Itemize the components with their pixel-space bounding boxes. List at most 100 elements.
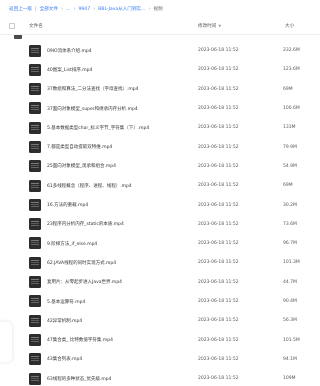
file-name[interactable]: 37面向对象模型_super和继承内存分析.mp4 (47, 106, 138, 112)
breadcrumb-separator: | (34, 6, 37, 12)
breadcrumb-separator: › (93, 6, 96, 12)
file-modified-time: 2023-06-18 11:52 (198, 260, 239, 266)
file-name[interactable]: 5.基本数据类型char_标义字节_字符集（下）.mp4 (47, 125, 149, 131)
file-modified-time: 2023-06-18 11:52 (198, 376, 239, 382)
file-modified-time: 2023-06-18 11:52 (198, 202, 239, 208)
file-modified-time: 2023-06-18 11:52 (198, 67, 239, 73)
file-modified-time: 2023-06-18 11:52 (198, 125, 239, 131)
breadcrumb: 返回上一级 | 全部文件 › ... › 9947 › BBL·Java从入门到… (0, 0, 320, 18)
file-name[interactable]: 47集合类_ 比特数值字符集.mp4 (47, 337, 113, 343)
video-thumbnail (29, 44, 41, 57)
column-header-size[interactable]: 大小 (285, 23, 294, 29)
file-size: 100.6M (283, 106, 300, 112)
video-thumbnail (29, 160, 41, 173)
file-name[interactable]: 37数组和算法_二分法查找（字母查找）.mp4 (47, 86, 139, 92)
file-size: 94.1M (283, 356, 297, 362)
file-row[interactable]: 16.方法的重载.mp4 2023-06-18 11:52 30.2M (0, 195, 320, 214)
file-name[interactable]: 复用片：从零起步进入Java世界.mp4 (47, 279, 122, 285)
file-row[interactable]: 43集合列表.mp4 2023-06-18 11:52 94.1M (0, 350, 320, 369)
file-name[interactable]: 63线程的多种状态_优先级.mp4 (47, 376, 112, 382)
video-thumbnail (29, 353, 41, 366)
video-thumbnail (29, 256, 41, 269)
column-header-time-label: 修改时间 (198, 24, 217, 29)
file-size: 101.5M (283, 337, 300, 343)
video-thumbnail (29, 276, 41, 289)
file-row[interactable]: 5.基本运算符.mp4 2023-06-18 11:52 90.4M (0, 292, 320, 311)
file-name[interactable]: 16.方法的重载.mp4 (47, 202, 88, 208)
file-name[interactable]: 43集合列表.mp4 (47, 356, 82, 362)
file-size: 44.7M (283, 279, 297, 285)
file-row[interactable]: 9.阶梯方法_if_else.mp4 2023-06-18 11:52 96.7M (0, 234, 320, 253)
breadcrumb-item-ellipsis[interactable]: ... (66, 7, 70, 12)
video-thumbnail (29, 198, 41, 211)
file-row[interactable]: 42异常机制.mp4 2023-06-18 11:52 56.3M (0, 311, 320, 330)
video-thumbnail (29, 83, 41, 96)
breadcrumb-separator: › (73, 6, 76, 12)
file-name[interactable]: 61多线程概念（程序、进程、线程）.mp4 (47, 183, 132, 189)
breadcrumb-item-folder[interactable]: 9947 (78, 7, 90, 12)
file-size: 69M (283, 183, 293, 189)
video-thumbnail (29, 333, 41, 346)
file-row[interactable]: 37数组和算法_二分法查找（字母查找）.mp4 2023-06-18 11:52 6… (0, 80, 320, 99)
video-thumbnail (14, 35, 22, 39)
file-name[interactable]: 40图案_List排序.mp4 (47, 67, 92, 73)
breadcrumb-item-current: 视频 (153, 7, 163, 12)
file-modified-time: 2023-06-18 11:52 (198, 86, 239, 92)
file-size: 79.9M (283, 144, 297, 150)
side-panel-handle[interactable] (0, 322, 12, 362)
breadcrumb-separator: › (61, 6, 64, 12)
file-size: 90.4M (283, 299, 297, 304)
file-size: 69M (283, 86, 293, 92)
file-list-header: 文件名 修改时间 ▼ 大小 (0, 18, 320, 35)
file-size: 123.6M (283, 67, 300, 73)
file-name[interactable]: 9.阶梯方法_if_else.mp4 (47, 241, 97, 247)
breadcrumb-item-course[interactable]: BBL·Java从入门到实... (98, 6, 145, 12)
column-header-name[interactable]: 文件名 (29, 23, 43, 29)
video-thumbnail (29, 218, 41, 231)
file-name[interactable]: 25面向对象模型_现承和组合.mp4 (47, 163, 116, 169)
file-row[interactable]: 09IO流体系介绍.mp4 2023-06-18 11:52 232.6M (0, 41, 320, 60)
breadcrumb-back-link[interactable]: 返回上一级 (9, 6, 32, 12)
file-modified-time: 2023-06-18 11:52 (198, 299, 239, 304)
file-row[interactable]: 复用片：从零起步进入Java世界.mp4 2023-06-18 11:52 44.7… (0, 273, 320, 292)
file-modified-time: 2023-06-18 11:52 (198, 163, 239, 169)
file-row[interactable]: 23程序内分析内存_static的本质.mp4 2023-06-18 11:52 7… (0, 215, 320, 234)
breadcrumb-separator: › (148, 6, 151, 12)
select-all-checkbox[interactable] (9, 23, 15, 29)
file-size: 133M (283, 125, 296, 131)
file-row[interactable]: 25面向对象模型_现承和组合.mp4 2023-06-18 11:52 54.9M (0, 157, 320, 176)
video-thumbnail (29, 63, 41, 76)
file-row[interactable]: 61多线程概念（程序、进程、线程）.mp4 2023-06-18 11:52 69M (0, 176, 320, 195)
file-name[interactable]: 62.JAVA线程的同时实现方式.mp4 (47, 260, 116, 266)
file-size: 73.6M (283, 221, 297, 227)
file-modified-time: 2023-06-18 11:52 (198, 144, 239, 150)
video-thumbnail (29, 102, 41, 115)
file-row[interactable]: 5.基本数据类型char_标义字节_字符集（下）.mp4 2023-06-18 1… (0, 118, 320, 137)
file-modified-time: 2023-06-18 11:52 (198, 183, 239, 189)
file-size: 109M (283, 376, 296, 382)
file-row[interactable]: 37面向对象模型_super和继承内存分析.mp4 2023-06-18 11:5… (0, 99, 320, 118)
file-modified-time: 2023-06-18 11:52 (198, 356, 239, 362)
breadcrumb-item-all-files[interactable]: 全部文件 (40, 6, 58, 12)
file-modified-time: 2023-06-18 11:52 (198, 337, 239, 343)
column-header-time[interactable]: 修改时间 ▼ (198, 23, 221, 29)
file-row[interactable]: 47集合类_ 比特数值字符集.mp4 2023-06-18 11:52 101.5M (0, 330, 320, 349)
file-modified-time: 2023-06-18 11:52 (198, 318, 239, 324)
file-row[interactable]: 62.JAVA线程的同时实现方式.mp4 2023-06-18 11:52 101.… (0, 253, 320, 272)
file-name[interactable]: 5.基本运算符.mp4 (47, 299, 85, 305)
video-thumbnail (29, 140, 41, 153)
file-name[interactable]: 42异常机制.mp4 (47, 318, 82, 324)
file-name[interactable]: 7.都是类型自动提取双特维.mp4 (47, 144, 112, 150)
file-name[interactable]: 09IO流体系介绍.mp4 (47, 48, 92, 54)
file-name[interactable]: 23程序内分析内存_static的本质.mp4 (47, 221, 124, 227)
file-size: 30.2M (283, 202, 297, 208)
video-thumbnail (29, 314, 41, 327)
video-thumbnail (29, 295, 41, 308)
file-row[interactable]: 40图案_List排序.mp4 2023-06-18 11:52 123.6M (0, 60, 320, 79)
file-row[interactable]: 7.都是类型自动提取双特维.mp4 2023-06-18 11:52 79.9M (0, 137, 320, 156)
file-size: 101.3M (283, 260, 300, 266)
video-thumbnail (29, 179, 41, 192)
file-size: 54.9M (283, 163, 297, 169)
video-thumbnail (29, 121, 41, 134)
file-row[interactable]: 63线程的多种状态_优先级.mp4 2023-06-18 11:52 109M (0, 369, 320, 386)
